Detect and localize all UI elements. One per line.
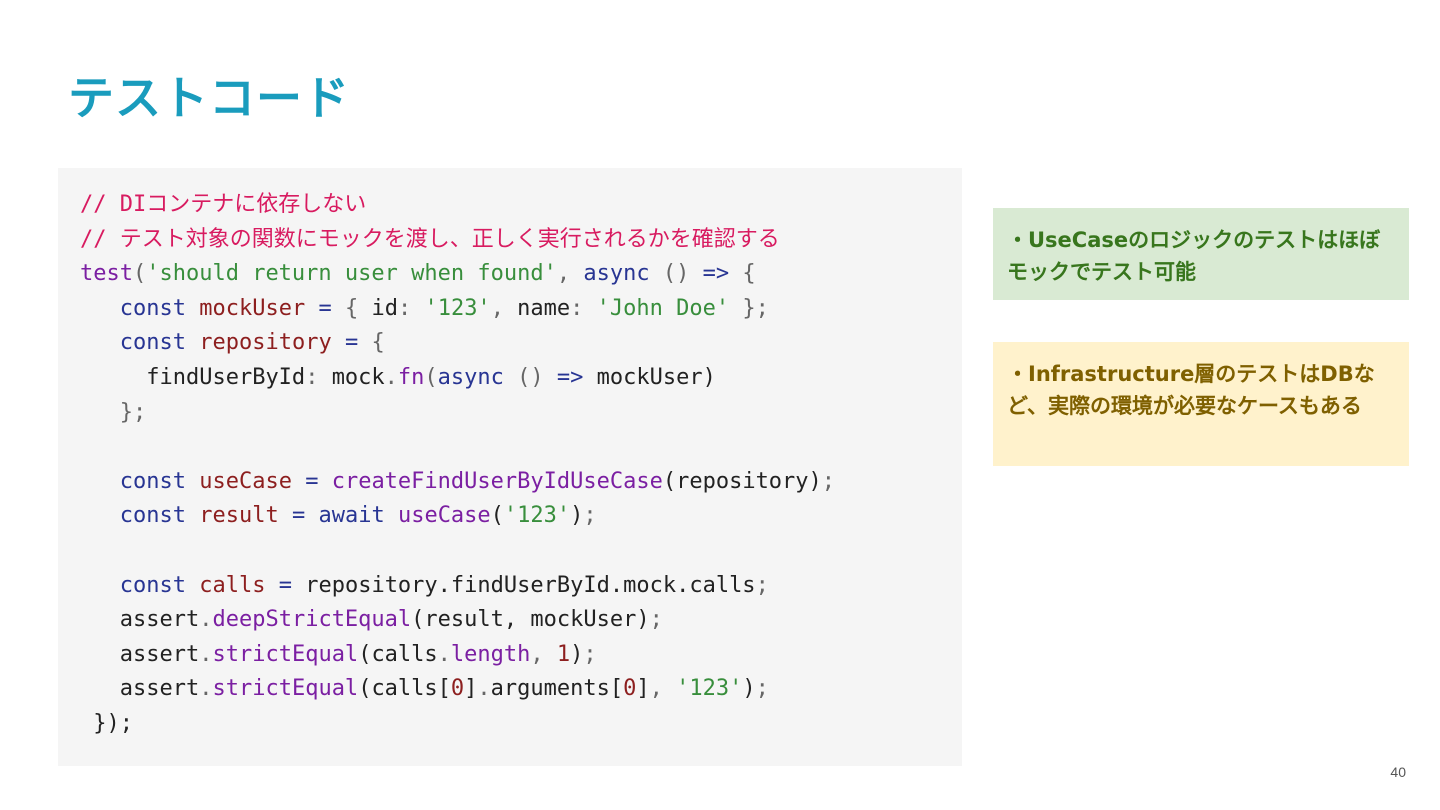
code-method: fn <box>397 364 425 390</box>
code-property: arguments <box>490 676 610 702</box>
code-expression: repository.findUserById.mock.calls <box>305 572 756 598</box>
code-variable: calls <box>199 572 266 598</box>
code-line: assert.strictEqual(calls[0].arguments[0]… <box>119 676 769 702</box>
code-line: const result = await useCase('123'); <box>119 503 597 529</box>
code-line: const mockUser = { id: '123', name: 'Joh… <box>119 295 769 321</box>
infrastructure-note: ・Infrastructure層のテストはDBなど、実際の環境が必要なケースもあ… <box>993 342 1409 466</box>
code-line: const calls = repository.findUserById.mo… <box>119 572 769 598</box>
code-comment: // DIコンテナに依存しない <box>80 192 367 217</box>
code-method: strictEqual <box>212 641 359 667</box>
code-object: assert <box>119 607 200 633</box>
code-variable: calls <box>371 641 438 667</box>
infrastructure-note-text: ・Infrastructure層のテストはDBなど、実際の環境が必要なケースもあ… <box>1007 362 1375 418</box>
code-closing: }); <box>93 710 133 736</box>
code-keyword: async <box>437 364 504 390</box>
code-comment: // テスト対象の関数にモックを渡し、正しく実行されるかを確認する <box>80 226 780 252</box>
code-line: assert.strictEqual(calls.length, 1); <box>119 641 597 667</box>
code-number: 1 <box>556 641 571 667</box>
code-argument: repository <box>676 468 809 494</box>
code-variable: calls <box>371 676 438 702</box>
code-number: 0 <box>450 676 465 702</box>
code-string: 'should return user when found' <box>146 261 557 287</box>
code-keyword: const <box>119 295 186 321</box>
code-number: 0 <box>623 676 637 702</box>
code-variable: mockUser <box>596 364 703 390</box>
code-object: assert <box>119 641 200 667</box>
code-function: useCase <box>397 503 491 529</box>
code-property: findUserById <box>146 364 306 390</box>
code-keyword: async <box>583 261 650 287</box>
code-line: findUserById: mock.fn(async () => mockUs… <box>146 364 716 390</box>
code-block: // DIコンテナに依存しない // テスト対象の関数にモックを渡し、正しく実行… <box>58 168 962 766</box>
code-variable: repository <box>199 330 332 356</box>
code-property: length <box>450 641 531 667</box>
code-token: test <box>80 261 133 287</box>
code-argument: result, mockUser <box>424 607 637 633</box>
code-keyword: const <box>119 503 186 529</box>
code-line: const useCase = createFindUserByIdUseCas… <box>119 468 836 494</box>
slide-title: テストコード <box>68 71 350 125</box>
code-string: 'John Doe' <box>596 295 730 321</box>
code-line: test('should return user when found', as… <box>80 261 756 287</box>
code-variable: useCase <box>199 468 292 494</box>
code-variable: result <box>199 503 279 529</box>
code-keyword: const <box>119 330 186 356</box>
code-line: // DIコンテナに依存しない <box>80 188 962 223</box>
code-function: createFindUserByIdUseCase <box>331 468 663 494</box>
code-object: assert <box>119 676 200 702</box>
code-line: // テスト対象の関数にモックを渡し、正しく実行されるかを確認する <box>80 223 962 258</box>
code-line: }; <box>119 399 147 425</box>
code-string: '123' <box>424 295 491 321</box>
code-string: '123' <box>676 676 743 702</box>
code-object: mock <box>331 364 385 390</box>
code-method: deepStrictEqual <box>212 607 412 633</box>
code-line: assert.deepStrictEqual(result, mockUser)… <box>119 607 663 633</box>
code-line: const repository = { <box>119 330 385 356</box>
code-keyword: const <box>119 468 186 494</box>
code-keyword: const <box>119 572 186 598</box>
code-method: strictEqual <box>212 676 359 702</box>
usecase-note: ・UseCaseのロジックのテストはほぼモックでテスト可能 <box>993 208 1409 300</box>
usecase-note-text: ・UseCaseのロジックのテストはほぼモックでテスト可能 <box>1007 228 1381 284</box>
code-variable: mockUser <box>199 295 306 321</box>
code-string: '123' <box>503 503 571 529</box>
code-keyword: await <box>318 503 385 529</box>
code-line: }); <box>80 707 962 742</box>
page-number: 40 <box>1390 764 1406 780</box>
